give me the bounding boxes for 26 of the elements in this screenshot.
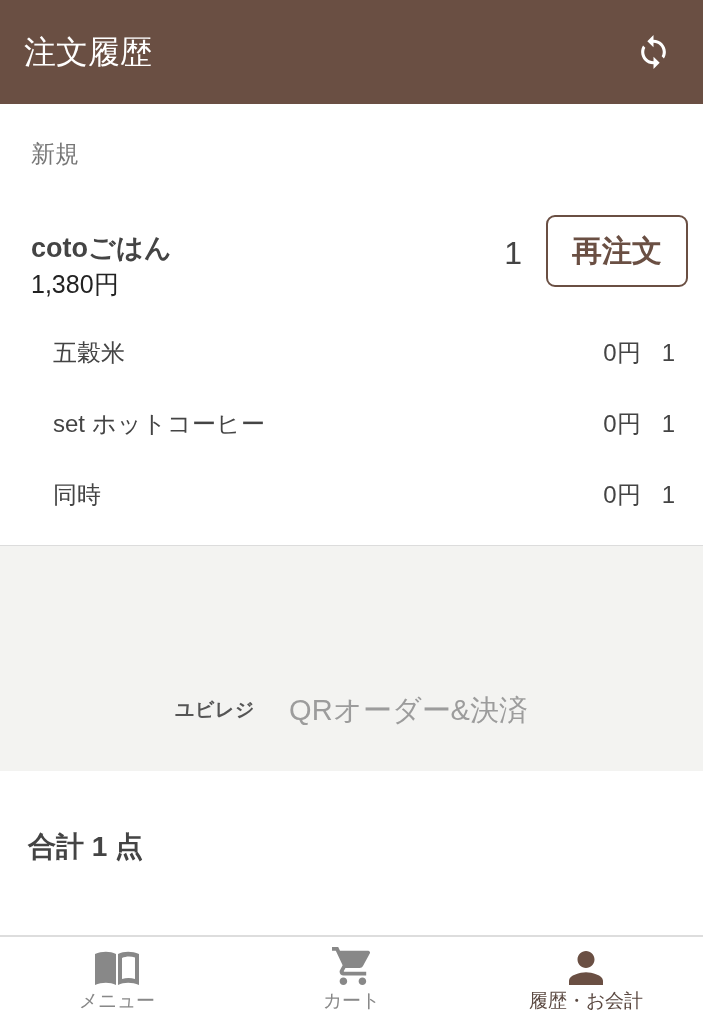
option-quantity: 1 [661,338,675,367]
person-icon [568,951,603,985]
book-icon [95,951,140,985]
option-quantity: 1 [661,480,675,509]
item-quantity: 1 [504,234,522,273]
option-name: 五穀米 [53,337,125,368]
section-label: 新規 [31,139,79,169]
option-price: 0円 [603,337,641,368]
option-quantity: 1 [661,409,675,438]
refresh-icon [641,35,666,69]
tab-item[interactable]: 履歴・お会計 [468,937,703,1024]
item-price: 1,380円 [31,269,119,300]
option-price: 0円 [603,479,641,510]
item-name: cotoごはん [31,232,172,265]
option-name: 同時 [53,479,101,510]
reorder-button[interactable]: 再注文 [546,215,688,287]
product-name: QRオーダー&決済 [289,692,528,728]
total-count: 合計 1 点 [28,830,144,864]
option-name: set ホットコーヒー [53,408,265,439]
tab-item[interactable]: カート [234,937,469,1024]
tab-item[interactable]: メニュー [0,937,235,1024]
brand-name: ユビレジ [175,697,256,722]
page-title: 注文履歴 [24,33,152,72]
option-price: 0円 [603,408,641,439]
cart-icon [332,947,371,985]
refresh-button[interactable] [641,35,666,69]
